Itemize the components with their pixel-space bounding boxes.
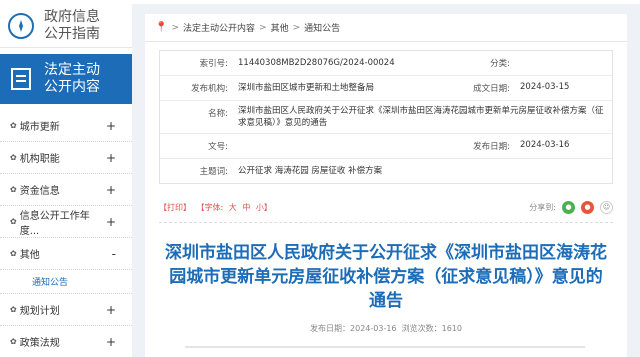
bullet-icon: ✿: [10, 337, 17, 346]
category-value: [516, 51, 612, 75]
category-label: 分类:: [490, 59, 510, 69]
created-value: 2024-03-15: [520, 82, 570, 92]
active-line2: 公开内容: [44, 79, 100, 95]
meta-row-keywords: 主题词: 公开征求 海涛花园 房屋征收 补偿方案: [160, 159, 612, 183]
article-pubinfo: 发布日期：2024-03-16 浏览次数：1610: [145, 323, 627, 334]
page: 政府信息 公开指南 法定主动 公开内容 ✿城市更新 + ✿机构职能 + ✿: [0, 0, 640, 357]
created-label: 成文日期:: [473, 84, 510, 94]
sidebar-item-label: 政策法规: [19, 338, 60, 349]
sidebar-item-policies[interactable]: ✿ 政策法规 +: [0, 326, 132, 357]
font-size-label: 【字体:: [196, 202, 224, 212]
expand-icon[interactable]: +: [106, 215, 116, 229]
expand-icon[interactable]: +: [106, 183, 116, 197]
article-toolbar: 【打印】 【字体: 大 中 小】 分享到: ● ● ☺: [159, 198, 613, 216]
sidebar-item-plans[interactable]: ✿ 规划计划 +: [0, 294, 132, 326]
divider: [159, 222, 613, 223]
sidebar-item-city-renewal[interactable]: ✿ 城市更新 +: [0, 110, 132, 142]
sidebar-item-label: 规划计划: [19, 306, 60, 317]
guide-line1: 政府信息: [44, 8, 100, 25]
name-value: 深圳市盐田区人民政府关于公开征求《深圳市盐田区海涛花园城市更新单元房屋征收补偿方…: [238, 106, 604, 128]
sidebar-item-label: 信息公开工作年度...: [19, 210, 90, 237]
qq-share-icon[interactable]: ☺: [600, 200, 613, 214]
pubdate-value: 2024-03-16: [520, 140, 570, 150]
sidebar-item-label: 机构职能: [19, 154, 60, 165]
font-large-button[interactable]: 大: [229, 203, 237, 212]
wechat-share-icon[interactable]: ●: [562, 200, 575, 214]
metadata-table: 索引号: 11440308MB2D28076G/2024-00024 分类: 发…: [159, 50, 613, 184]
sidebar-item-funds[interactable]: ✿ 资金信息 +: [0, 174, 132, 206]
active-disclosure-block[interactable]: 法定主动 公开内容: [0, 54, 132, 104]
keywords-value: 公开征求 海涛花园 房屋征收 补偿方案: [238, 166, 383, 176]
font-small-button[interactable]: 小】: [256, 203, 272, 212]
expand-icon[interactable]: +: [106, 119, 116, 133]
name-label: 名称:: [208, 109, 228, 119]
collapse-icon[interactable]: -: [112, 247, 116, 261]
sidebar-item-other[interactable]: ✿ 其他 -: [0, 238, 132, 270]
publisher-value: 深圳市盐田区城市更新和土地整备局: [238, 83, 375, 93]
bullet-icon: ✿: [10, 305, 17, 314]
bullet-icon: ✿: [10, 185, 17, 194]
bullet-icon: ✿: [10, 153, 17, 162]
weibo-share-icon[interactable]: ●: [581, 200, 594, 214]
article-title: 深圳市盐田区人民政府关于公开征求《深圳市盐田区海涛花园城市更新单元房屋征收补偿方…: [165, 243, 607, 311]
meta-row-name: 名称: 深圳市盐田区人民政府关于公开征求《深圳市盐田区海涛花园城市更新单元房屋征…: [160, 101, 612, 134]
sidebar-subitem-notices[interactable]: 通知公告: [0, 270, 132, 294]
meta-row-docno: 文号: 发布日期: 2024-03-16: [160, 134, 612, 159]
index-label: 索引号:: [199, 59, 228, 69]
keywords-label: 主题词:: [199, 167, 228, 177]
sidebar-menu: ✿ 城市更新 + ✿ 机构职能 + ✿ 资金信息 + ✿ 信息公开工作年度... + ✿…: [0, 110, 132, 357]
expand-icon[interactable]: +: [106, 151, 116, 165]
breadcrumb-separator: >: [259, 22, 267, 33]
article-body-peek: [145, 342, 627, 352]
active-line1: 法定主动: [44, 62, 100, 78]
bullet-icon: ✿: [10, 249, 17, 258]
pubdate-label: 发布日期:: [473, 142, 510, 152]
print-button[interactable]: 【打印】: [159, 203, 191, 212]
breadcrumb-item-active-content[interactable]: 法定主动公开内容: [183, 21, 255, 34]
index-value: 11440308MB2D28076G/2024-00024: [238, 58, 395, 68]
guide-line2: 公开指南: [44, 25, 100, 42]
expand-icon[interactable]: +: [106, 335, 116, 349]
meta-row-index: 索引号: 11440308MB2D28076G/2024-00024 分类:: [160, 51, 612, 76]
sidebar-item-functions[interactable]: ✿ 机构职能 +: [0, 142, 132, 174]
sidebar-item-label: 其他: [19, 250, 40, 261]
breadcrumb-separator: >: [292, 22, 301, 33]
pub-date: 2024-03-16: [350, 324, 397, 333]
meta-row-publisher: 发布机构: 深圳市盐田区城市更新和土地整备局 成文日期: 2024-03-15: [160, 76, 612, 101]
pub-label: 发布日期：: [310, 324, 351, 333]
public-guide-link[interactable]: 政府信息 公开指南: [0, 4, 132, 48]
bullet-icon: ✿: [10, 121, 17, 130]
sidebar-item-label: 资金信息: [19, 186, 60, 197]
sidebar-item-annual-report[interactable]: ✿ 信息公开工作年度... +: [0, 206, 132, 238]
document-icon: [8, 66, 34, 92]
breadcrumb-item-other[interactable]: 其他: [271, 21, 289, 34]
sidebar-item-label: 城市更新: [19, 122, 60, 133]
location-pin-icon: 📍: [155, 22, 168, 33]
publisher-label: 发布机构:: [191, 84, 228, 94]
breadcrumb-item-notices[interactable]: 通知公告: [304, 21, 340, 34]
breadcrumb: 📍 > 法定主动公开内容 > 其他 > 通知公告: [145, 14, 627, 42]
expand-icon[interactable]: +: [106, 303, 116, 317]
docno-label: 文号:: [208, 142, 228, 152]
breadcrumb-separator: >: [171, 22, 179, 33]
main-content: 📍 > 法定主动公开内容 > 其他 > 通知公告 索引号: 11440308MB…: [145, 14, 627, 357]
share-label: 分享到:: [529, 202, 556, 212]
docno-value: [234, 134, 444, 158]
compass-icon: [8, 12, 34, 39]
font-medium-button[interactable]: 中: [242, 203, 250, 212]
views-count: 1610: [441, 324, 462, 333]
sidebar: 政府信息 公开指南 法定主动 公开内容 ✿城市更新 + ✿机构职能 + ✿: [0, 4, 132, 357]
views-label: 浏览次数：: [401, 324, 442, 333]
bullet-icon: ✿: [10, 217, 17, 226]
